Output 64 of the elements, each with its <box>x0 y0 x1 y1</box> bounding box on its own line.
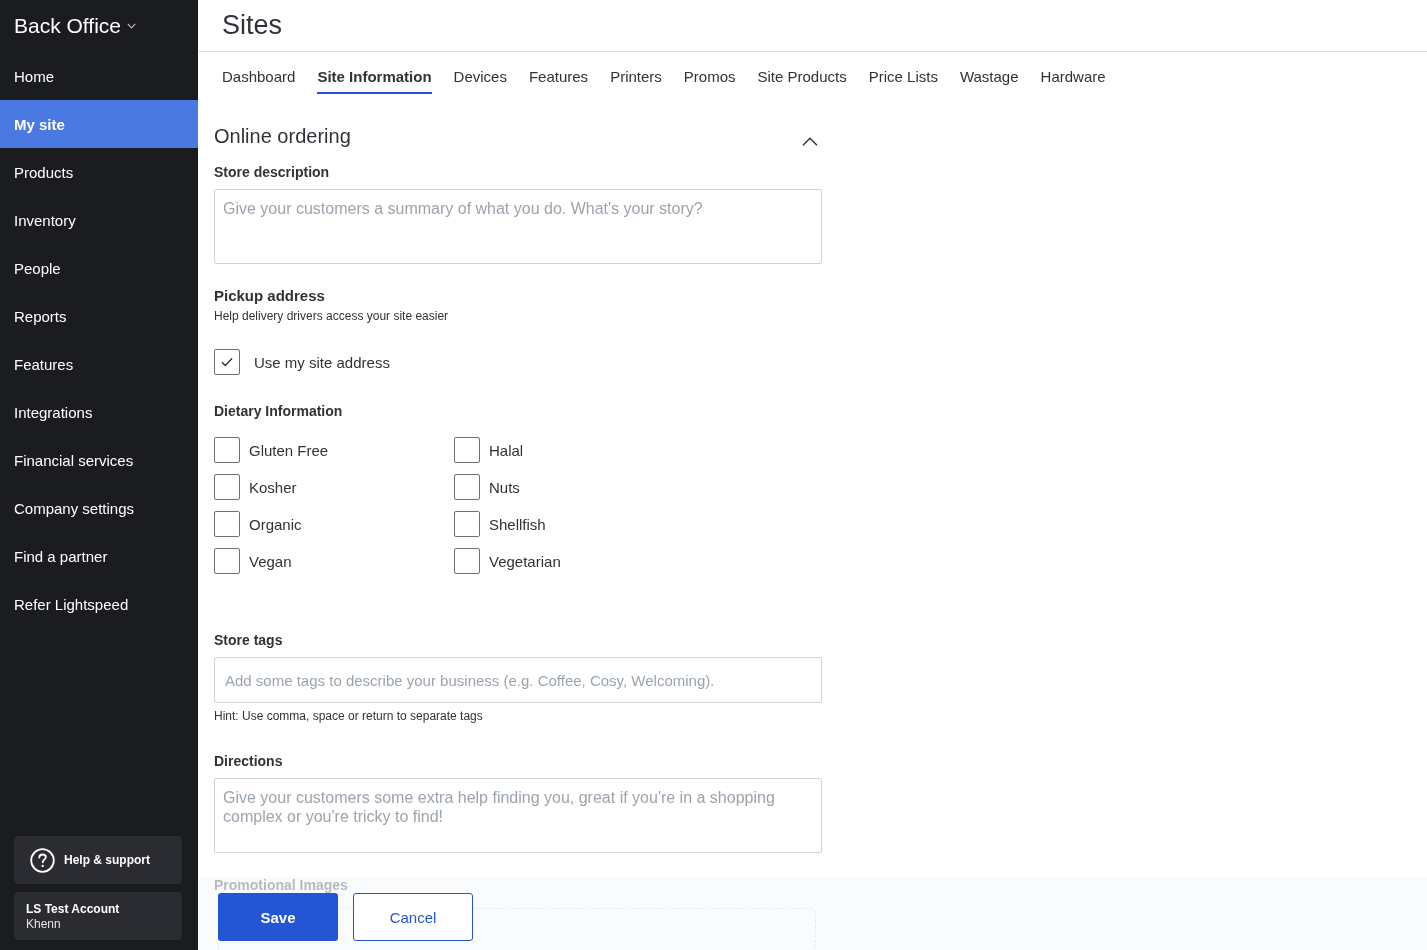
nav-item[interactable]: Inventory <box>0 196 198 244</box>
tab[interactable]: Devices <box>453 52 507 94</box>
directions-field[interactable]: Give your customers some extra help finding you, great if you're in a shopping complex or you're tricky to find! <box>214 778 822 853</box>
nav-item[interactable]: People <box>0 244 198 292</box>
check-icon <box>221 357 233 367</box>
field-label: Directions <box>214 752 283 770</box>
checkbox-label: Vegan <box>249 552 292 570</box>
nav-item[interactable]: Products <box>0 148 198 196</box>
field-label: Store tags <box>214 631 283 649</box>
tab[interactable]: Hardware <box>1040 52 1106 94</box>
tab[interactable]: Wastage <box>959 52 1019 94</box>
field-label: Dietary Information <box>214 402 343 420</box>
tab[interactable]: Dashboard <box>222 52 296 94</box>
tags-field[interactable]: Add some tags to describe your business (e.g. Coffee, Cosy, Welcoming). <box>214 657 822 703</box>
nav-item[interactable]: Financial services <box>0 436 198 484</box>
checkbox[interactable] <box>214 511 240 537</box>
chevron-up-icon[interactable] <box>802 136 818 146</box>
account-card[interactable]: LS Test Account Khenn <box>14 892 182 940</box>
checkbox[interactable] <box>454 474 480 500</box>
help-text: Help delivery drivers access your site easier <box>214 308 449 324</box>
nav-item[interactable]: Find a partner <box>0 532 198 580</box>
tab[interactable]: Printers <box>610 52 662 94</box>
section-title: Online ordering <box>214 124 351 148</box>
nav-item[interactable]: Home <box>0 52 198 100</box>
checkbox-label: Kosher <box>249 478 297 496</box>
help-icon <box>30 847 55 873</box>
checkbox[interactable] <box>214 474 240 500</box>
checkbox-label: Gluten Free <box>249 441 329 459</box>
nav-item[interactable]: Refer Lightspeed <box>0 580 198 628</box>
checkbox-label: Organic <box>249 515 302 533</box>
app-switcher[interactable]: Back Office <box>14 14 136 38</box>
checkbox-label: Shellfish <box>489 515 546 533</box>
help-support-button[interactable]: Help & support <box>14 836 182 884</box>
checkbox-label: Nuts <box>489 478 520 496</box>
nav-item[interactable]: Reports <box>0 292 198 340</box>
description-field[interactable]: Give your customers a summary of what you do. What's your story? <box>214 189 822 264</box>
field-label: Pickup address <box>214 287 325 305</box>
hint-text: Hint: Use comma, space or return to separate tags <box>214 708 483 724</box>
field-label: Store description <box>214 163 330 181</box>
checkbox[interactable] <box>454 437 480 463</box>
tab[interactable]: Site Information <box>317 52 432 94</box>
chevron-down-icon <box>127 23 136 29</box>
save-button[interactable]: Save <box>218 893 338 941</box>
page-title: Sites <box>222 10 283 41</box>
tab[interactable]: Price Lists <box>868 52 938 94</box>
checkbox[interactable] <box>214 437 240 463</box>
checkbox-label: Use my site address <box>254 353 390 371</box>
nav-item[interactable]: My site <box>0 100 198 148</box>
checkbox[interactable] <box>214 548 240 574</box>
checkbox[interactable] <box>454 511 480 537</box>
tab[interactable]: Promos <box>683 52 736 94</box>
checkbox-label: Halal <box>489 441 524 459</box>
nav-item[interactable]: Features <box>0 340 198 388</box>
account-name: LS Test Account <box>26 901 120 916</box>
checkbox-label: Vegetarian <box>489 552 561 570</box>
checkbox[interactable] <box>454 548 480 574</box>
checkbox[interactable] <box>214 349 240 375</box>
tab[interactable]: Site Products <box>757 52 847 94</box>
account-user: Khenn <box>26 916 61 931</box>
tab[interactable]: Features <box>528 52 589 94</box>
field-label: Promotional Images <box>214 876 348 894</box>
nav-item[interactable]: Company settings <box>0 484 198 532</box>
cancel-button[interactable]: Cancel <box>353 893 473 941</box>
nav-item[interactable]: Integrations <box>0 388 198 436</box>
